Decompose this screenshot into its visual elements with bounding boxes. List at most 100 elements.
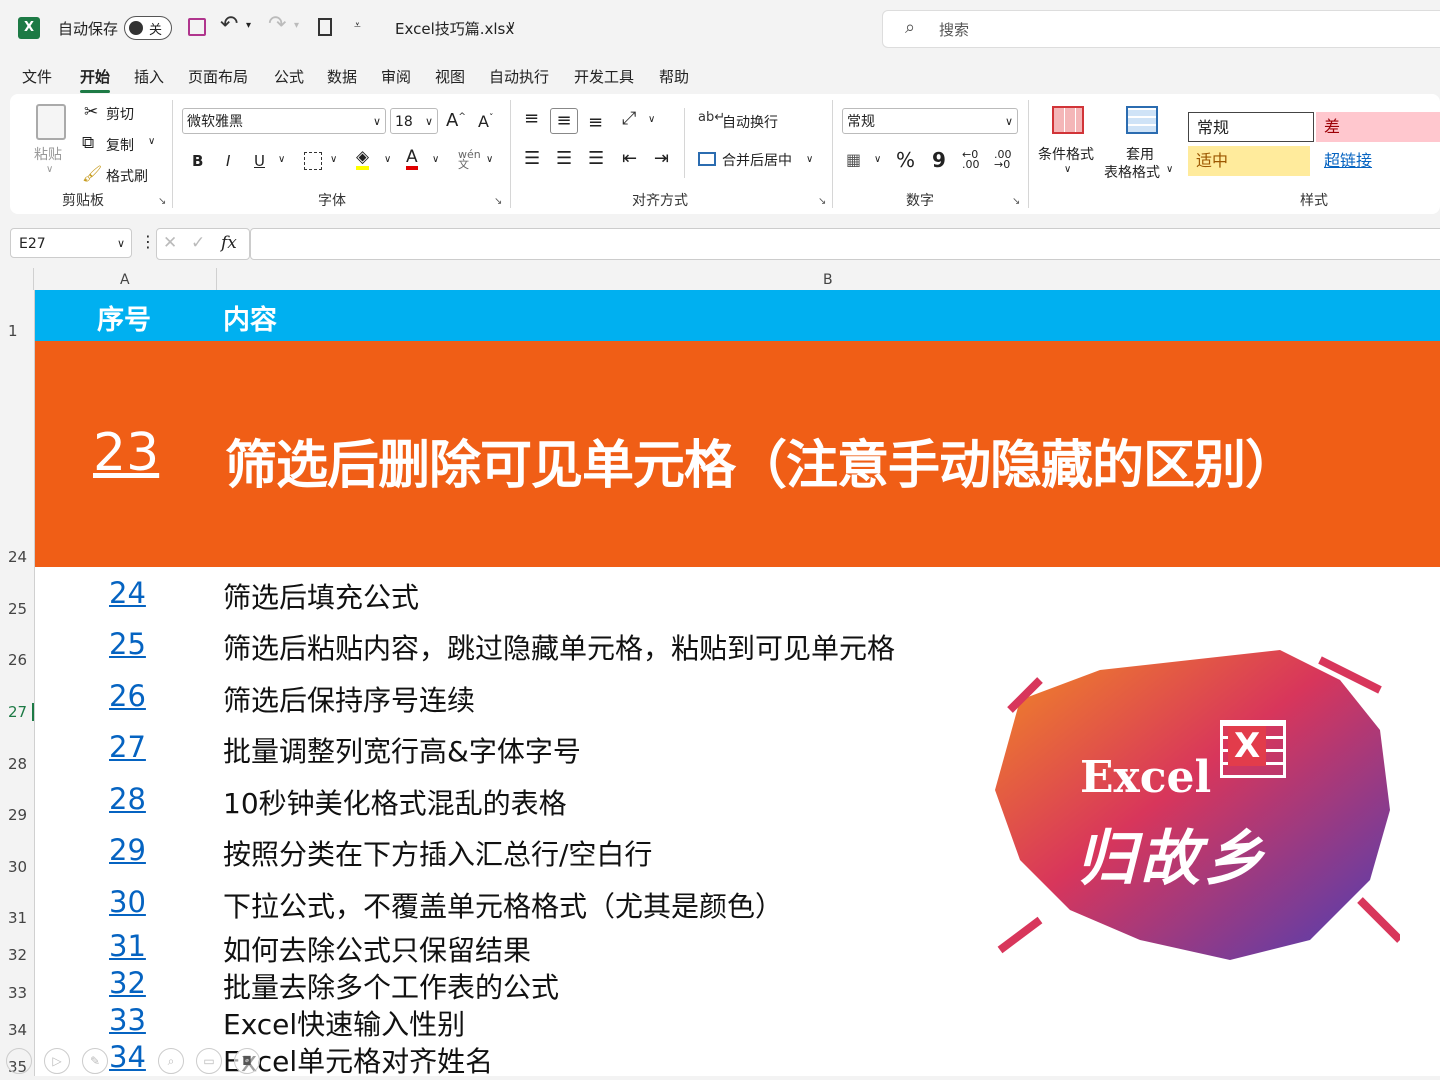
style-hyperlink[interactable]: 超链接	[1316, 146, 1440, 176]
paste-button[interactable]: 粘贴	[34, 144, 62, 164]
tab-help[interactable]: 帮助	[659, 66, 689, 87]
align-top-icon[interactable]: ≡	[524, 108, 539, 129]
paste-icon[interactable]	[36, 104, 66, 140]
column-header-b[interactable]: B	[823, 272, 833, 288]
font-launcher-icon[interactable]: ↘	[494, 196, 502, 207]
insert-function-button[interactable]: fx	[221, 233, 237, 253]
phonetic-dropdown-icon[interactable]: ∨	[486, 154, 493, 165]
cut-button[interactable]: 剪切	[106, 104, 134, 124]
percent-button[interactable]: %	[896, 148, 915, 172]
copy-button[interactable]: 复制	[106, 135, 134, 155]
style-bad[interactable]: 差	[1316, 112, 1440, 142]
row-number-link[interactable]: 31	[109, 929, 146, 963]
font-name-select[interactable]: 微软雅黑 ∨	[182, 108, 386, 134]
accounting-format-icon[interactable]: ▦	[846, 150, 861, 169]
font-color-icon[interactable]: A	[406, 148, 418, 170]
redo-icon[interactable]: ↷	[268, 12, 286, 37]
featured-row[interactable]: 23 筛选后删除可见单元格（注意手动隐藏的区别）	[35, 341, 1440, 567]
row-number-link[interactable]: 30	[109, 885, 146, 919]
play-icon[interactable]: ▷	[44, 1048, 70, 1074]
increase-font-icon[interactable]: A^	[446, 110, 466, 131]
tab-view[interactable]: 视图	[435, 66, 465, 87]
merge-dropdown-icon[interactable]: ∨	[806, 154, 813, 165]
align-left-icon[interactable]: ☰	[524, 148, 540, 169]
row-header[interactable]: 29	[0, 806, 34, 824]
tab-review[interactable]: 审阅	[381, 66, 411, 87]
row-header[interactable]: 32	[0, 946, 34, 964]
row-header[interactable]: 30	[0, 858, 34, 876]
number-launcher-icon[interactable]: ↘	[1012, 196, 1020, 207]
tab-data[interactable]: 数据	[327, 66, 357, 87]
merge-center-button[interactable]: 合并后居中	[722, 150, 792, 170]
print-preview-icon[interactable]	[318, 18, 332, 36]
row-header[interactable]: 31	[0, 909, 34, 927]
format-as-table-dropdown-icon[interactable]: ∨	[1166, 164, 1173, 175]
format-as-table-label[interactable]: 表格格式	[1104, 162, 1160, 182]
clipboard-launcher-icon[interactable]: ↘	[158, 196, 166, 207]
undo-dropdown-icon[interactable]: ▾	[246, 20, 251, 31]
header-row[interactable]: 序号 内容	[35, 290, 1440, 341]
bold-button[interactable]: B	[192, 152, 203, 170]
row-number-link[interactable]: 25	[109, 627, 146, 661]
conditional-format-icon[interactable]	[1052, 106, 1084, 134]
copy-icon[interactable]: ⧉	[82, 133, 94, 153]
orientation-dropdown-icon[interactable]: ∨	[648, 114, 655, 125]
format-as-table-button[interactable]: 套用	[1126, 144, 1154, 164]
keyboard-icon[interactable]: ▭	[196, 1048, 222, 1074]
conditional-format-button[interactable]: 条件格式	[1038, 144, 1094, 164]
row-number-link[interactable]: 28	[109, 782, 146, 816]
increase-indent-icon[interactable]: ⇥	[654, 148, 669, 169]
style-neutral[interactable]: 适中	[1188, 146, 1310, 176]
row-number-link[interactable]: 29	[109, 833, 146, 867]
underline-dropdown-icon[interactable]: ∨	[278, 154, 285, 165]
row-header[interactable]: 34	[0, 1021, 34, 1039]
filename-chevron-icon[interactable]: ∨	[507, 18, 516, 32]
select-all-corner[interactable]	[0, 268, 34, 290]
underline-button[interactable]: U	[254, 152, 265, 170]
row-header[interactable]: 28	[0, 755, 34, 773]
wrap-text-button[interactable]: 自动换行	[722, 112, 778, 132]
align-center-icon[interactable]: ☰	[556, 148, 572, 169]
formula-input[interactable]	[250, 228, 1440, 260]
more-options-icon[interactable]: ⋮	[140, 232, 156, 251]
format-painter-button[interactable]: 格式刷	[106, 166, 148, 186]
increase-decimal-icon[interactable]: ←0.00	[962, 149, 980, 170]
conditional-format-dropdown-icon[interactable]: ∨	[1064, 164, 1071, 175]
style-normal[interactable]: 常规	[1188, 112, 1314, 142]
border-icon[interactable]	[304, 152, 322, 170]
comma-button[interactable]: 9	[932, 148, 946, 172]
featured-number-link[interactable]: 23	[93, 423, 159, 483]
alignment-launcher-icon[interactable]: ↘	[818, 196, 826, 207]
merge-center-icon[interactable]	[698, 152, 716, 166]
file-name[interactable]: Excel技巧篇.xlsx	[395, 18, 514, 39]
cut-icon[interactable]: ✂	[84, 102, 98, 122]
accounting-dropdown-icon[interactable]: ∨	[874, 154, 881, 165]
paste-dropdown-icon[interactable]: ∨	[46, 164, 53, 175]
customize-toolbar-icon[interactable]: ⩡	[354, 18, 361, 33]
row-header[interactable]: 33	[0, 984, 34, 1002]
decrease-font-icon[interactable]: Aˇ	[478, 112, 493, 131]
align-middle-icon[interactable]: ≡	[550, 108, 578, 134]
pen-icon[interactable]: ✎	[82, 1048, 108, 1074]
search-box[interactable]: ⌕ 搜索	[882, 10, 1440, 48]
undo-icon[interactable]: ↶	[220, 12, 238, 37]
phonetic-icon[interactable]: wén 文	[458, 149, 481, 170]
camera-icon[interactable]: ◘	[234, 1048, 260, 1074]
border-dropdown-icon[interactable]: ∨	[330, 154, 337, 165]
copy-dropdown-icon[interactable]: ∨	[148, 136, 155, 147]
tab-formulas[interactable]: 公式	[274, 66, 304, 87]
save-icon[interactable]	[188, 18, 206, 36]
fill-color-icon[interactable]: ◈	[356, 148, 370, 170]
align-bottom-icon[interactable]: ≡	[588, 112, 603, 133]
row-number-link[interactable]: 24	[109, 576, 146, 610]
redo-dropdown-icon[interactable]: ▾	[294, 20, 299, 31]
row-header[interactable]: 25	[0, 600, 34, 618]
name-box[interactable]: E27 ∨	[10, 228, 132, 258]
row-number-link[interactable]: 33	[109, 1003, 146, 1037]
tab-home[interactable]: 开始	[80, 66, 111, 93]
font-color-dropdown-icon[interactable]: ∨	[432, 154, 439, 165]
fill-color-dropdown-icon[interactable]: ∨	[384, 154, 391, 165]
row-number-link[interactable]: 32	[109, 966, 146, 1000]
confirm-icon[interactable]: ✓	[191, 233, 205, 253]
row-header[interactable]: 24	[0, 548, 34, 566]
